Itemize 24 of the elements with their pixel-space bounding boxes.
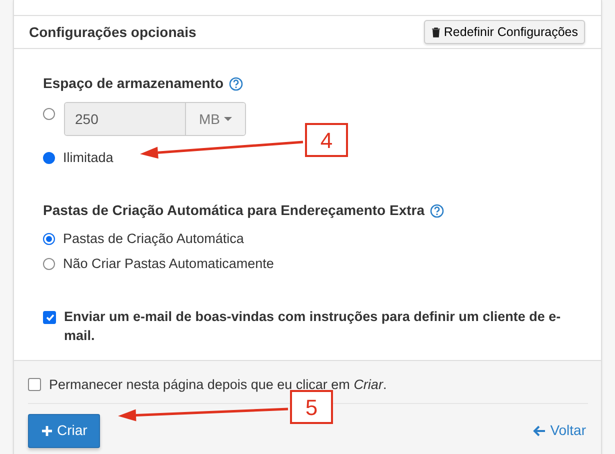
checkbox-label: Enviar um e-mail de boas-vindas com instruções para definir um cliente de e-mail. (64, 308, 562, 345)
section-label: Espaço de armazenamento (43, 74, 224, 93)
trash-icon (430, 26, 441, 38)
radio-button[interactable] (43, 108, 55, 120)
checkbox[interactable] (28, 378, 41, 392)
option-label: Não Criar Pastas Automaticamente (63, 254, 274, 272)
panel-title: Configurações opcionais (29, 22, 196, 42)
radio-button[interactable] (43, 152, 55, 164)
checkmark-icon (44, 312, 54, 322)
radio-button[interactable] (43, 233, 55, 246)
reset-button[interactable]: Redefinir Configurações (424, 20, 585, 44)
plus-icon (41, 424, 53, 437)
create-button[interactable]: Criar (28, 414, 100, 448)
arrow-left-icon (533, 424, 546, 437)
option-label: Pastas de Criação Automática (63, 230, 244, 248)
checkbox[interactable] (43, 310, 56, 324)
callout-box: 5 (290, 390, 333, 424)
section-label: Pastas de Criação Automática para Endereçamento Extra (43, 201, 425, 220)
radio-button[interactable] (43, 258, 55, 270)
help-icon[interactable] (430, 204, 444, 218)
back-link[interactable]: Voltar (533, 420, 586, 442)
callout-box: 4 (305, 123, 348, 157)
option-label: Ilimitada (63, 149, 114, 167)
help-icon[interactable] (228, 76, 243, 90)
